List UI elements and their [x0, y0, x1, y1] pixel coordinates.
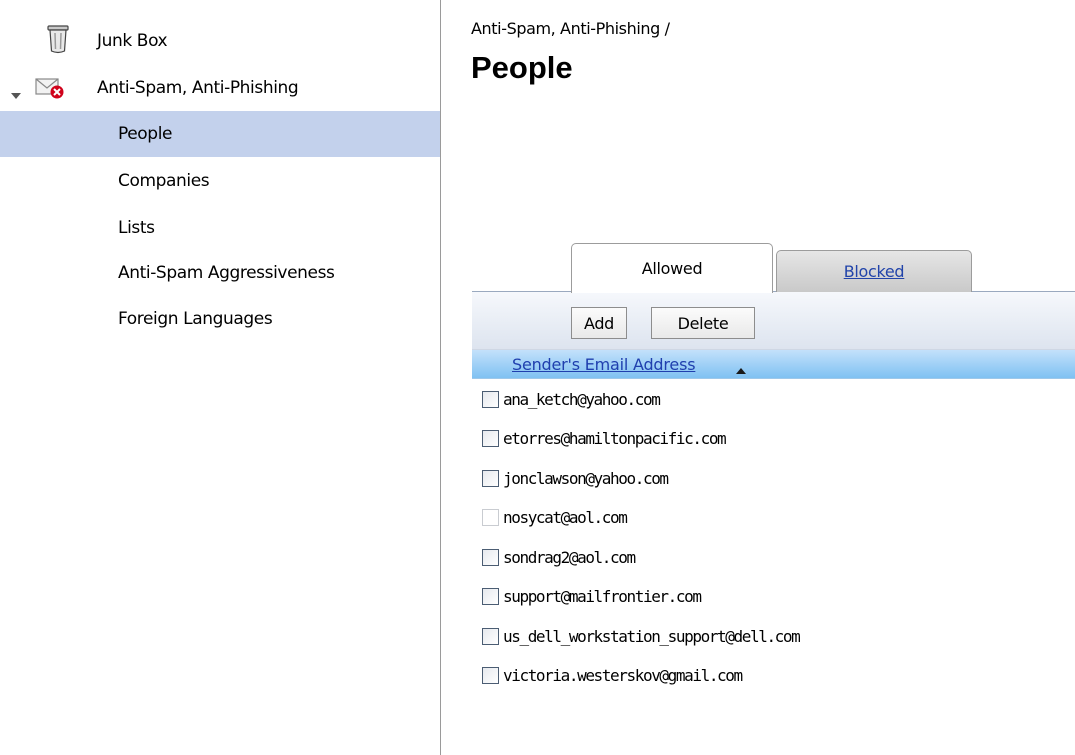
- table-row[interactable]: etorres@hamiltonpacific.com: [482, 424, 727, 454]
- tab-label: Allowed: [641, 259, 703, 278]
- row-checkbox[interactable]: [482, 390, 499, 408]
- sidebar-item-label: Foreign Languages: [118, 309, 273, 329]
- row-checkbox[interactable]: [482, 588, 499, 605]
- add-button[interactable]: Add: [571, 307, 627, 339]
- row-checkbox[interactable]: [482, 548, 499, 566]
- row-checkbox[interactable]: [482, 627, 499, 645]
- row-checkbox[interactable]: [482, 430, 499, 447]
- column-header-label[interactable]: Sender's Email Address: [512, 355, 696, 374]
- email-address: victoria.westerskov@gmail.com: [503, 666, 743, 685]
- email-address: jonclawson@yahoo.com: [503, 468, 669, 488]
- sidebar-item-label: Junk Box: [97, 31, 168, 51]
- delete-button[interactable]: Delete: [651, 307, 755, 339]
- sidebar: Junk Box Anti-Spam, Anti-Phishing People…: [0, 0, 440, 755]
- email-address: etorres@hamiltonpacific.com: [503, 429, 727, 448]
- toolbar: Add Delete: [472, 292, 1075, 350]
- row-checkbox[interactable]: [482, 509, 499, 526]
- email-address: nosycat@aol.com: [503, 508, 628, 527]
- sidebar-item-label: Companies: [118, 171, 210, 191]
- table-row[interactable]: nosycat@aol.com: [482, 503, 628, 533]
- table-row[interactable]: victoria.westerskov@gmail.com: [482, 661, 743, 691]
- sidebar-item-label: Anti-Spam Aggressiveness: [118, 263, 335, 283]
- sidebar-item-anti-spam[interactable]: Anti-Spam, Anti-Phishing: [0, 65, 440, 111]
- sidebar-item-companies[interactable]: Companies: [0, 158, 440, 204]
- expand-caret-icon[interactable]: [10, 85, 22, 105]
- sidebar-divider[interactable]: [440, 0, 441, 755]
- row-checkbox[interactable]: [482, 667, 499, 684]
- table-row[interactable]: us_dell_workstation_support@dell.com: [482, 621, 801, 651]
- breadcrumb: Anti-Spam, Anti-Phishing /: [471, 19, 670, 38]
- tab-label: Blocked: [843, 262, 905, 281]
- column-header-sender-email[interactable]: Sender's Email Address: [472, 350, 1075, 379]
- email-address: sondrag2@aol.com: [503, 547, 636, 567]
- table-row[interactable]: sondrag2@aol.com: [482, 542, 636, 572]
- row-checkbox[interactable]: [482, 469, 499, 487]
- email-address: ana_ketch@yahoo.com: [503, 389, 661, 409]
- sidebar-item-label: Lists: [118, 218, 155, 238]
- sidebar-item-junk-box[interactable]: Junk Box: [0, 18, 440, 64]
- sidebar-item-anti-spam-aggressiveness[interactable]: Anti-Spam Aggressiveness: [0, 250, 440, 296]
- table-row[interactable]: support@mailfrontier.com: [482, 582, 702, 612]
- sidebar-item-foreign-languages[interactable]: Foreign Languages: [0, 296, 440, 342]
- trash-can-icon: [47, 24, 69, 59]
- email-address: us_dell_workstation_support@dell.com: [503, 626, 801, 646]
- sidebar-item-lists[interactable]: Lists: [0, 205, 440, 251]
- email-address: support@mailfrontier.com: [503, 587, 702, 606]
- blocked-mail-icon: [35, 76, 65, 105]
- sidebar-item-label: Anti-Spam, Anti-Phishing: [97, 78, 299, 98]
- tab-allowed[interactable]: Allowed: [571, 243, 773, 293]
- sidebar-item-people[interactable]: People: [0, 111, 440, 157]
- tab-blocked[interactable]: Blocked: [776, 250, 972, 292]
- sort-ascending-icon[interactable]: [735, 360, 747, 379]
- table-row[interactable]: jonclawson@yahoo.com: [482, 463, 669, 493]
- table-row[interactable]: ana_ketch@yahoo.com: [482, 384, 661, 414]
- sidebar-item-label: People: [118, 124, 173, 144]
- page-title: People: [471, 50, 573, 85]
